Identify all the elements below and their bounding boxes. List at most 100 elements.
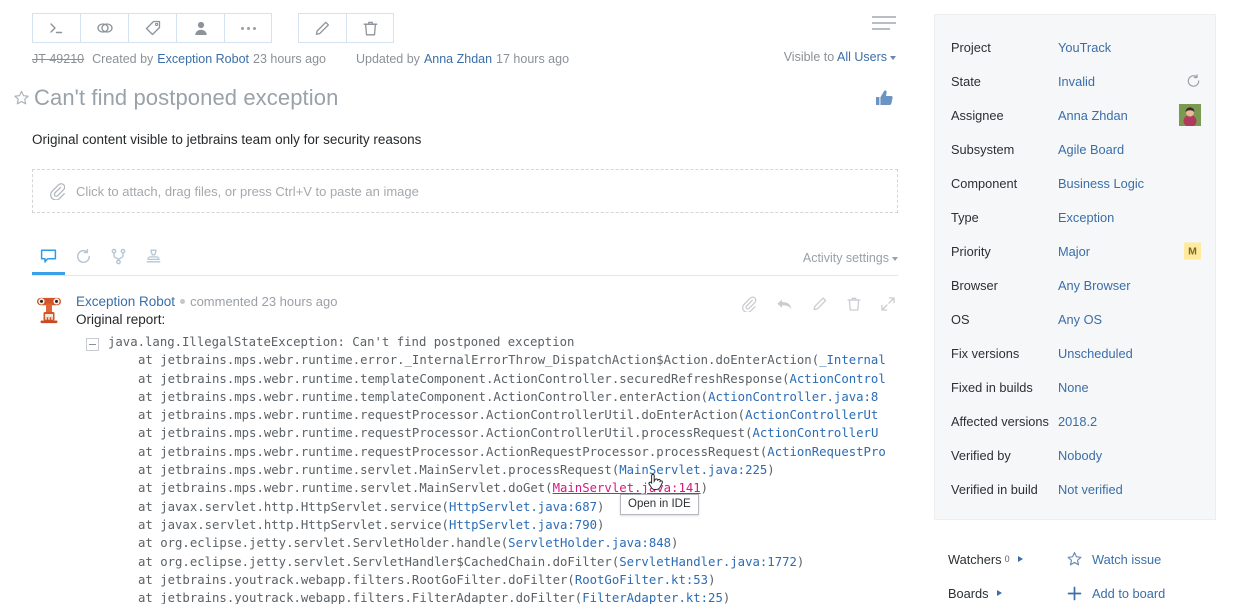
sidebar-field-value[interactable]: Business Logic	[1058, 176, 1144, 191]
visibility-value[interactable]: All Users	[837, 50, 887, 64]
collapse-minus-icon[interactable]	[86, 338, 99, 351]
attachment-dropzone[interactable]: Click to attach, drag files, or press Ct…	[32, 169, 898, 213]
command-button[interactable]	[32, 13, 80, 43]
issue-sidebar: Project YouTrack State Invalid Assignee Anna …	[930, 0, 1249, 604]
star-icon[interactable]	[10, 90, 32, 107]
sidebar-field-label: Fixed in builds	[951, 379, 1033, 395]
trace-text: )	[597, 499, 605, 514]
sidebar-field-value[interactable]: Exception	[1058, 210, 1114, 225]
sidebar-field-value[interactable]: None	[1058, 380, 1089, 395]
sidebar-field-label: Priority	[951, 243, 991, 259]
trace-link[interactable]: ActionRequestPro	[767, 445, 885, 459]
issue-page: JT-49210 Created by Exception Robot 23 h…	[0, 0, 1249, 604]
more-button[interactable]	[224, 13, 272, 43]
sidebar-field-value[interactable]: YouTrack	[1058, 40, 1111, 55]
sidebar-field-label: Project	[951, 39, 991, 55]
reply-icon[interactable]	[776, 297, 793, 312]
sidebar-field-value[interactable]: Invalid	[1058, 74, 1095, 89]
thumbs-up-icon[interactable]	[874, 88, 896, 111]
sidebar-field-value[interactable]: Any OS	[1058, 312, 1102, 327]
stack-trace-line: at jetbrains.mps.webr.runtime.requestPro…	[108, 443, 930, 461]
sidebar-field-value[interactable]: Nobody	[1058, 448, 1102, 463]
sidebar-field-value[interactable]: Not verified	[1058, 482, 1123, 497]
trace-text: at jetbrains.mps.webr.runtime.templateCo…	[138, 371, 790, 386]
sidebar-field-value[interactable]: Major	[1058, 244, 1090, 259]
sidebar-action-plus-icon[interactable]: Add to board	[1066, 585, 1165, 602]
link-button[interactable]	[80, 13, 128, 43]
history-icon[interactable]	[1186, 74, 1201, 89]
trace-text: at jetbrains.mps.webr.runtime.servlet.Ma…	[138, 481, 553, 496]
trace-text: at jetbrains.mps.webr.runtime.requestPro…	[138, 408, 746, 423]
trace-text: )	[700, 481, 709, 496]
hamburger-icon[interactable]	[872, 16, 896, 30]
sidebar-action-star-outline-icon[interactable]: Watch issue	[1066, 551, 1161, 568]
tab-vcs[interactable]	[102, 243, 135, 275]
visibility-label: Visible to	[783, 50, 835, 64]
tab-history[interactable]	[67, 243, 100, 275]
stack-trace-wrapper: java.lang.IllegalStateException: Can't f…	[32, 333, 930, 604]
more-icon	[240, 26, 256, 30]
stack-trace-line: at javax.servlet.http.HttpServlet.servic…	[108, 516, 930, 534]
trace-text: )	[722, 591, 731, 604]
trace-text: at jetbrains.youtrack.webapp.filters.Fil…	[138, 591, 583, 604]
issue-id[interactable]: JT-49210	[32, 52, 84, 66]
delete-trash-icon[interactable]	[847, 296, 861, 312]
stack-trace-line: at jetbrains.mps.webr.runtime.requestPro…	[108, 424, 930, 442]
created-by-user[interactable]: Exception Robot	[157, 52, 249, 66]
sidebar-field-value[interactable]: Anna Zhdan	[1058, 108, 1128, 123]
trace-link[interactable]: ActionControl	[790, 372, 886, 386]
tab-comments[interactable]	[32, 243, 65, 275]
sidebar-field-value[interactable]: 2018.2	[1058, 414, 1097, 429]
trace-text: at jetbrains.mps.webr.runtime.servlet.Ma…	[138, 463, 620, 478]
star-outline-icon	[1066, 551, 1092, 568]
activity-settings-button[interactable]: Activity settings	[803, 251, 898, 265]
separator-dot-icon	[180, 299, 186, 305]
sidebar-field-value[interactable]: Unscheduled	[1058, 346, 1133, 361]
sidebar-field-label: Browser	[951, 277, 998, 293]
sidebar-field: Verified by Nobody	[935, 438, 1215, 472]
badge-major: M	[1184, 242, 1201, 260]
sidebar-field-value[interactable]: Agile Board	[1058, 142, 1124, 157]
edit-issue-button[interactable]	[298, 13, 346, 43]
expand-arrow-icon[interactable]	[880, 296, 896, 312]
trace-link[interactable]: MainServlet.java:225	[619, 463, 767, 477]
sidebar-field: Verified in build Not verified	[935, 472, 1215, 506]
trace-link[interactable]: ActionControllerU	[752, 426, 878, 440]
trace-link[interactable]: FilterAdapter.kt:25	[582, 591, 723, 604]
created-when: 23 hours ago	[253, 52, 326, 66]
trace-link[interactable]: ServletHandler.java:1772	[619, 555, 797, 569]
issue-title-row: Can't find postponed exception	[0, 70, 930, 114]
sidebar-field: Subsystem Agile Board	[935, 132, 1215, 166]
updated-by-user[interactable]: Anna Zhdan	[424, 52, 492, 66]
tag-icon	[145, 20, 161, 36]
activity-settings-label: Activity settings	[802, 251, 889, 265]
command-icon	[48, 21, 65, 35]
trace-link[interactable]: ServletHolder.java:848	[508, 536, 671, 550]
trace-link[interactable]: _Internal	[819, 353, 886, 367]
visibility-selector[interactable]: Visible to All Users	[784, 50, 896, 64]
sidebar-field-label: State	[951, 73, 981, 89]
comment-byline: Exception Robot commented 23 hours ago	[76, 294, 338, 309]
sidebar-field: Assignee Anna Zhdan	[935, 98, 1215, 132]
trace-link[interactable]: ActionControllerUt	[745, 408, 878, 422]
trace-link[interactable]: RootGoFilter.kt:53	[575, 573, 708, 587]
sidebar-link-row: Boards Add to board	[948, 576, 1249, 610]
tab-work[interactable]	[137, 243, 170, 275]
tag-button[interactable]	[128, 13, 176, 43]
edit-pencil-icon[interactable]	[812, 296, 828, 312]
sidebar-link-left[interactable]: Boards	[948, 586, 1066, 601]
trace-link[interactable]: ActionController.java:8	[708, 390, 878, 404]
stack-trace[interactable]: java.lang.IllegalStateException: Can't f…	[108, 333, 930, 604]
trace-link[interactable]: HttpServlet.java:790	[449, 518, 597, 532]
trace-link[interactable]: HttpServlet.java:687	[449, 500, 597, 514]
attach-icon[interactable]	[741, 296, 757, 312]
comment-author[interactable]: Exception Robot	[76, 294, 175, 309]
sidebar-field-value[interactable]: Any Browser	[1058, 278, 1131, 293]
stack-trace-line: at jetbrains.mps.webr.runtime.templateCo…	[108, 370, 930, 388]
trace-text: at jetbrains.youtrack.webapp.filters.Roo…	[138, 572, 575, 587]
sidebar-field-label: Fix versions	[951, 345, 1020, 361]
assignee-button[interactable]	[176, 13, 224, 43]
sidebar-link-left[interactable]: Watchers 0	[948, 552, 1066, 567]
delete-issue-button[interactable]	[346, 13, 394, 43]
link-icon	[96, 21, 114, 35]
